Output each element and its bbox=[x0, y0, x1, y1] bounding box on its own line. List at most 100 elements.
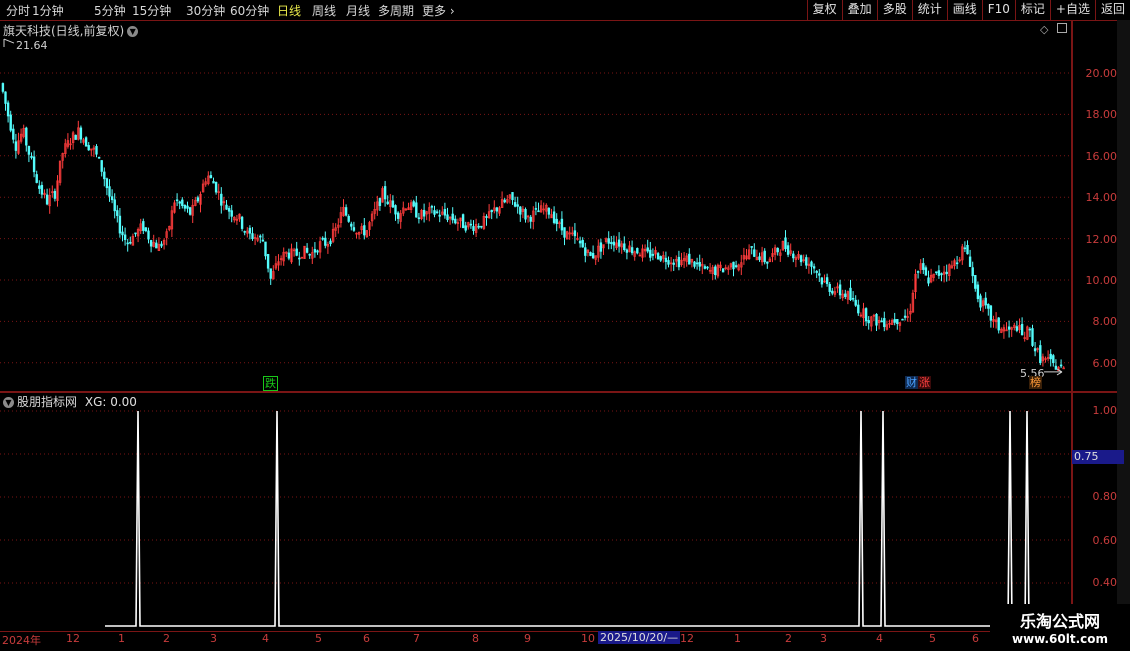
candle-body bbox=[997, 317, 1000, 331]
candle-body bbox=[126, 242, 129, 245]
candle-body bbox=[266, 253, 270, 269]
candle-body bbox=[123, 234, 127, 240]
candle-body bbox=[766, 261, 769, 264]
candle-body bbox=[454, 218, 457, 224]
candle-body bbox=[186, 205, 189, 209]
candle-body bbox=[27, 145, 31, 155]
period-tab-15min[interactable]: 15分钟 bbox=[132, 2, 171, 19]
candle-body bbox=[844, 293, 847, 298]
date-label: 12 bbox=[66, 632, 80, 645]
f10-button[interactable]: F10 bbox=[981, 0, 1015, 20]
event-tag-rise[interactable]: 涨 bbox=[918, 376, 931, 389]
overlay-button[interactable]: 叠加 bbox=[841, 0, 877, 20]
candle-body bbox=[578, 240, 582, 244]
candle-body bbox=[129, 241, 132, 244]
candle-body bbox=[383, 186, 387, 200]
candle-body bbox=[1059, 364, 1063, 367]
period-tab-30min[interactable]: 30分钟 bbox=[186, 2, 225, 19]
candle-body bbox=[537, 210, 540, 213]
candle-body bbox=[516, 204, 519, 207]
candle-body bbox=[209, 175, 213, 179]
candle-body bbox=[417, 217, 421, 220]
candle-body bbox=[264, 241, 267, 257]
candle-body bbox=[155, 242, 158, 249]
candle-body bbox=[35, 174, 38, 183]
candle-body bbox=[591, 252, 595, 259]
candle-body bbox=[30, 155, 33, 158]
period-tab-multi[interactable]: 多周期 bbox=[378, 2, 414, 19]
candle-body bbox=[854, 299, 857, 306]
statistics-button[interactable]: 统计 bbox=[911, 0, 947, 20]
date-label: 4 bbox=[876, 632, 883, 645]
candle-body bbox=[344, 207, 348, 216]
candle-body bbox=[617, 239, 621, 247]
period-tab-5min[interactable]: 5分钟 bbox=[94, 2, 126, 19]
back-button[interactable]: 返回 bbox=[1094, 0, 1130, 20]
period-tab-more[interactable]: 更多 › bbox=[422, 2, 455, 19]
candle-body bbox=[386, 201, 389, 205]
candle-body bbox=[251, 233, 254, 240]
candle-body bbox=[352, 227, 356, 231]
candle-body bbox=[703, 266, 707, 269]
candle-body bbox=[698, 262, 701, 267]
candle-body bbox=[95, 146, 98, 155]
candle-body bbox=[693, 261, 696, 267]
add-watchlist-button[interactable]: +自选 bbox=[1049, 0, 1095, 20]
candle-body bbox=[976, 284, 980, 300]
candle-body bbox=[116, 210, 119, 216]
candle-body bbox=[656, 253, 660, 260]
candle-body bbox=[214, 181, 218, 193]
candle-body bbox=[625, 249, 629, 253]
date-label: 12 bbox=[680, 632, 694, 645]
low-price-marker bbox=[1044, 368, 1063, 376]
candle-body bbox=[38, 185, 41, 189]
multi-stock-button[interactable]: 多股 bbox=[876, 0, 912, 20]
candle-body bbox=[1007, 326, 1011, 330]
candle-body bbox=[955, 262, 959, 265]
candle-body bbox=[966, 245, 969, 255]
candle-body bbox=[786, 245, 790, 255]
candle-body bbox=[1054, 365, 1058, 370]
candle-body bbox=[324, 237, 327, 246]
candle-body bbox=[183, 204, 187, 209]
candle-body bbox=[987, 304, 990, 309]
candle-body bbox=[812, 266, 816, 269]
period-tab-intraday[interactable]: 分时 bbox=[6, 2, 30, 19]
high-price-label: 21.64 bbox=[16, 39, 48, 52]
candle-body bbox=[851, 297, 855, 300]
candle-body bbox=[630, 247, 634, 254]
period-toolbar: 分时 1分钟 5分钟 15分钟 30分钟 60分钟 日线 周线 月线 多周期 更… bbox=[0, 0, 1130, 21]
candle-body bbox=[443, 209, 447, 216]
date-label: 4 bbox=[262, 632, 269, 645]
candle-body bbox=[188, 207, 192, 215]
draw-line-button[interactable]: 画线 bbox=[946, 0, 982, 20]
candle-body bbox=[799, 255, 803, 263]
period-tab-weekly[interactable]: 周线 bbox=[312, 2, 336, 19]
candle-body bbox=[134, 232, 137, 235]
event-tag-finance[interactable]: 财 bbox=[905, 376, 918, 389]
mark-button[interactable]: 标记 bbox=[1014, 0, 1050, 20]
event-tag-fall[interactable]: 跌 bbox=[263, 376, 278, 391]
fuquan-button[interactable]: 复权 bbox=[806, 0, 842, 20]
candle-body bbox=[750, 246, 753, 248]
price-axis-label: 18.00 bbox=[1085, 108, 1118, 121]
period-tab-1min[interactable]: 1分钟 bbox=[32, 2, 64, 19]
period-tab-60min[interactable]: 60分钟 bbox=[230, 2, 269, 19]
watermark: 乐淘公式网 www.60lt.com bbox=[990, 604, 1130, 650]
candle-body bbox=[308, 253, 311, 256]
candle-body bbox=[495, 207, 499, 212]
xg-signal-chart[interactable] bbox=[0, 392, 1072, 632]
candle-body bbox=[287, 252, 291, 259]
indicator-axis-label: 0.80 bbox=[1092, 490, 1118, 503]
candle-body bbox=[651, 253, 655, 256]
period-tab-daily[interactable]: 日线 bbox=[277, 2, 301, 19]
candlestick-chart[interactable] bbox=[0, 20, 1072, 392]
chevron-right-icon: › bbox=[449, 4, 455, 18]
candle-body bbox=[547, 208, 551, 215]
candle-body bbox=[555, 218, 558, 225]
period-tab-monthly[interactable]: 月线 bbox=[346, 2, 370, 19]
date-label: 1 bbox=[118, 632, 125, 645]
candle-body bbox=[147, 230, 150, 240]
price-axis-label: 20.00 bbox=[1085, 67, 1118, 80]
event-tag-list[interactable]: 榜 bbox=[1029, 376, 1042, 389]
